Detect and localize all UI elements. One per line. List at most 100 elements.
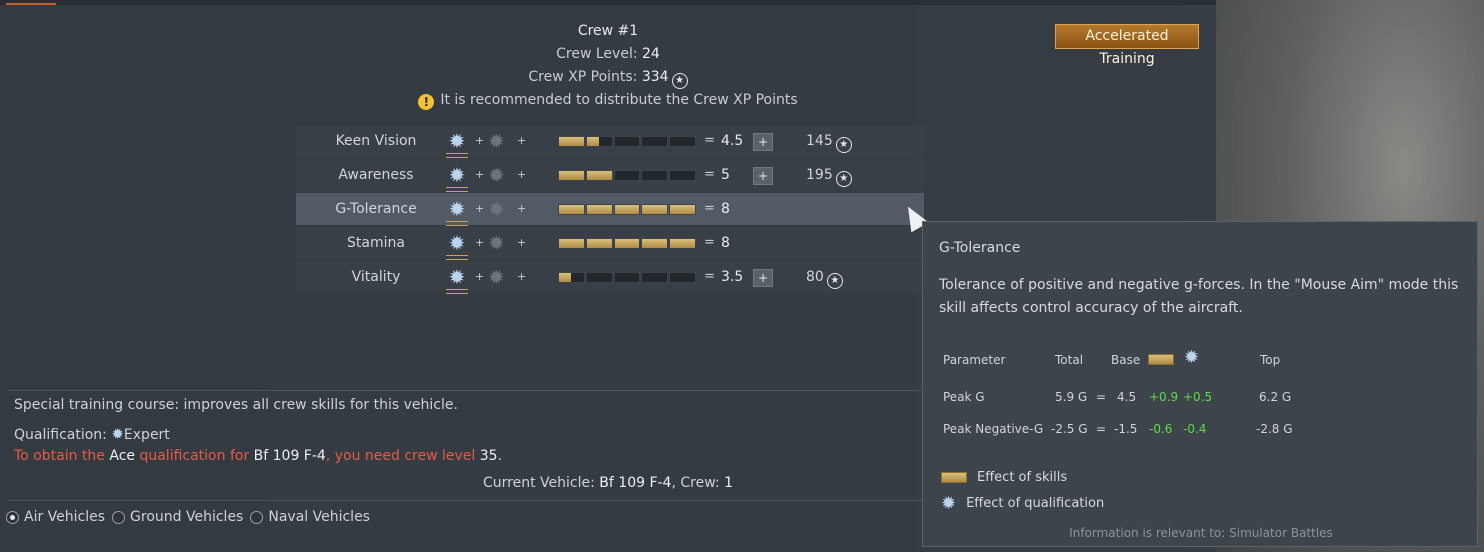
ace-star-icon: ✹: [488, 197, 505, 221]
skill-row[interactable]: Awareness ✹ + ✹ + = 5 + 195 ★: [296, 159, 924, 192]
skill-bar-segment: [613, 136, 641, 147]
skill-bar-segment: [641, 272, 669, 283]
qualification-value: Expert: [123, 427, 170, 443]
xp-star-icon: ★: [671, 73, 688, 89]
plus-sign: +: [475, 134, 485, 147]
skill-name: G-Tolerance: [335, 201, 417, 217]
skill-bar-segment: [558, 238, 585, 249]
skill-bar-segment: [585, 238, 613, 249]
skill-row[interactable]: Keen Vision ✹ + ✹ + = 4.5 + 145 ★: [296, 125, 924, 158]
qualification-star-icon: ✹: [1184, 347, 1200, 368]
skill-name: Awareness: [338, 167, 414, 183]
skill-bar-segment: [585, 170, 613, 181]
skill-bar-segment: [585, 272, 613, 283]
qualification-line: Qualification: ✹Expert: [14, 425, 170, 443]
divider: [8, 390, 922, 391]
ace-star-icon: ✹: [488, 231, 505, 255]
skill-cost: 80 ★: [806, 261, 843, 293]
skill-row[interactable]: Stamina ✹ + ✹ + = 8: [296, 227, 924, 260]
skill-row[interactable]: G-Tolerance ✹ + ✹ + = 8: [296, 193, 924, 226]
row-base: -1.5: [1114, 422, 1138, 436]
ace-star-icon: ✹: [488, 265, 505, 289]
tab-ground-vehicles[interactable]: Ground Vehicles: [112, 509, 243, 525]
skill-value: 4.5: [721, 133, 744, 149]
plus-sign: +: [517, 202, 527, 215]
skill-tooltip: G-Tolerance Tolerance of positive and ne…: [922, 221, 1478, 547]
row-total: -2.5 G: [1051, 422, 1088, 436]
skill-bar-segment: [641, 204, 669, 215]
tab-naval-vehicles[interactable]: Naval Vehicles: [250, 509, 370, 525]
crew-title: Crew #1: [577, 23, 639, 39]
skill-bar-segment: [669, 238, 696, 249]
recommendation: ! It is recommended to distribute the Cre…: [0, 89, 1216, 112]
plus-sign: +: [475, 168, 485, 181]
col-parameter: Parameter: [943, 353, 1006, 367]
expert-star-icon: ✹: [446, 165, 468, 192]
increase-skill-button[interactable]: +: [753, 133, 773, 151]
row-skill: -0.6: [1149, 422, 1173, 436]
plus-sign: +: [517, 134, 527, 147]
skills-bar-icon: [1148, 354, 1174, 368]
equals-sign: =: [704, 269, 715, 284]
xp-star-icon: ★: [826, 273, 843, 289]
skill-cost: 195 ★: [806, 159, 852, 191]
increase-skill-button[interactable]: +: [753, 269, 773, 287]
skill-progress-bar: [558, 136, 696, 147]
skill-progress-bar: [558, 204, 696, 215]
col-top: Top: [1260, 353, 1281, 367]
qualification-star-icon: ✹: [941, 493, 957, 514]
equals-sign: =: [704, 201, 715, 216]
crew-xp-value: 334: [641, 69, 669, 85]
skills-bar-icon: [941, 472, 967, 483]
tooltip-description: Tolerance of positive and negative g-for…: [939, 277, 1459, 316]
tab-air-vehicles[interactable]: Air Vehicles: [6, 509, 105, 525]
expert-star-icon: ✹: [111, 425, 124, 443]
radio-icon: [6, 510, 19, 524]
crew-level: Crew Level: 24: [556, 46, 660, 62]
equals-sign: =: [704, 167, 715, 182]
accelerated-training-button[interactable]: Accelerated Training: [1055, 24, 1199, 67]
ace-star-icon: ✹: [488, 163, 505, 187]
skill-bar-segment: [669, 136, 696, 147]
skill-name: Keen Vision: [335, 133, 417, 149]
row-qual: +0.5: [1183, 390, 1213, 404]
skill-bar-segment: [585, 136, 613, 147]
skill-bar-segment: [641, 170, 669, 181]
row-qual: -0.4: [1183, 422, 1207, 436]
skill-value: 3.5: [721, 269, 744, 285]
skill-bar-segment: [613, 238, 641, 249]
plus-sign: +: [475, 270, 485, 283]
skill-bar-segment: [558, 170, 585, 181]
skill-bar-segment: [558, 136, 585, 147]
vehicle-type-tabs: Air Vehicles Ground Vehicles Naval Vehic…: [6, 509, 370, 525]
row-param: Peak Negative-G: [943, 422, 1044, 436]
warning-icon: !: [418, 94, 435, 110]
increase-skill-button[interactable]: +: [753, 167, 773, 185]
crew-level-value: 24: [642, 46, 660, 62]
skill-name: Vitality: [351, 269, 401, 285]
skill-bar-segment: [585, 204, 613, 215]
skill-bar-segment: [558, 204, 585, 215]
skill-name: Stamina: [347, 235, 405, 251]
tooltip-footer: Information is relevant to: Simulator Ba…: [1069, 526, 1333, 540]
row-base: 4.5: [1117, 390, 1137, 404]
row-param: Peak G: [943, 390, 985, 404]
plus-sign: +: [475, 236, 485, 249]
skills-table: Keen Vision ✹ + ✹ + = 4.5 + 145 ★ Awarene…: [296, 125, 924, 295]
row-skill: +0.9: [1149, 390, 1179, 404]
row-eq: =: [1096, 390, 1107, 404]
row-top: -2.8 G: [1256, 422, 1293, 436]
col-total: Total: [1055, 353, 1084, 367]
skill-value: 5: [721, 167, 730, 183]
xp-star-icon: ★: [835, 171, 852, 187]
skill-value: 8: [721, 201, 730, 217]
expert-star-icon: ✹: [446, 267, 468, 294]
row-eq: =: [1096, 422, 1107, 436]
skill-bar-segment: [613, 204, 641, 215]
skill-bar-segment: [558, 272, 585, 283]
tabs-divider: [8, 500, 922, 501]
ace-star-icon: ✹: [488, 129, 505, 153]
skill-row[interactable]: Vitality ✹ + ✹ + = 3.5 + 80 ★: [296, 261, 924, 294]
skill-progress-bar: [558, 170, 696, 181]
row-total: 5.9 G: [1055, 390, 1088, 404]
